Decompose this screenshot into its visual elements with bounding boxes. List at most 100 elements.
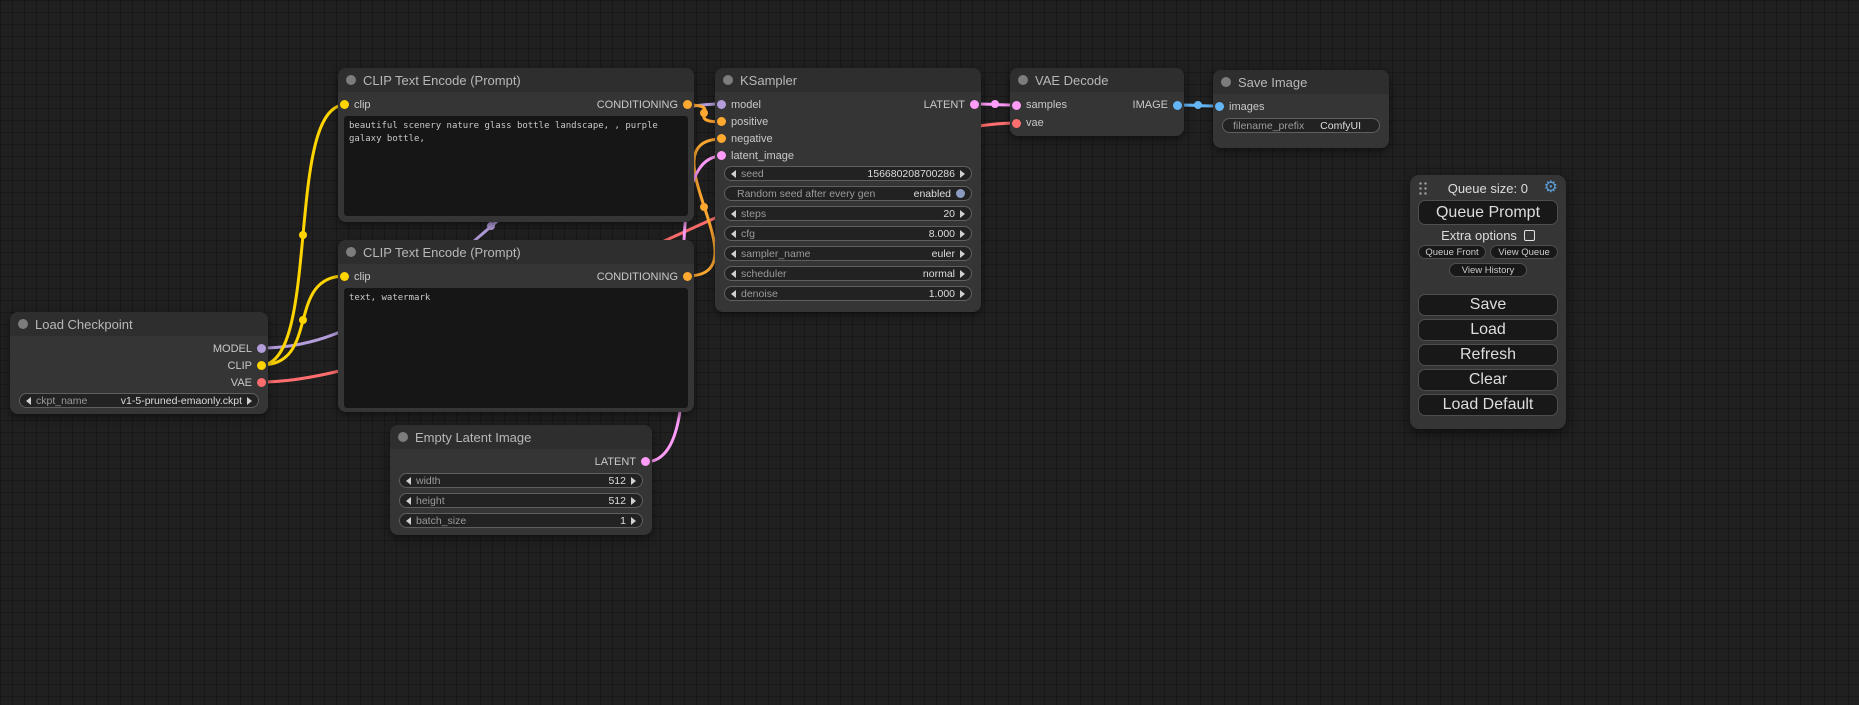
collapse-dot-icon[interactable] <box>18 319 28 329</box>
port-output-conditioning[interactable]: CONDITIONING <box>597 99 692 111</box>
extra-options-checkbox[interactable] <box>1524 230 1535 241</box>
load-button[interactable]: Load <box>1418 319 1558 341</box>
node-save-image: Save Image images filename_prefix ComfyU… <box>1213 70 1389 148</box>
clear-button[interactable]: Clear <box>1418 369 1558 391</box>
prompt-textarea[interactable]: beautiful scenery nature glass bottle la… <box>344 116 688 216</box>
node-title-bar[interactable]: VAE Decode <box>1010 68 1184 92</box>
node-title-bar[interactable]: Save Image <box>1213 70 1389 94</box>
latent-port-icon[interactable] <box>641 457 650 466</box>
port-input-latent-image[interactable]: latent_image <box>717 150 794 162</box>
node-title-bar[interactable]: CLIP Text Encode (Prompt) <box>338 240 694 264</box>
collapse-dot-icon[interactable] <box>1221 77 1231 87</box>
load-default-button[interactable]: Load Default <box>1418 394 1558 416</box>
port-input-clip[interactable]: clip <box>340 99 371 111</box>
clip-port-icon[interactable] <box>257 361 266 370</box>
next-value-arrow-icon[interactable] <box>960 250 965 258</box>
node-title-bar[interactable]: KSampler <box>715 68 981 92</box>
port-output-latent[interactable]: LATENT <box>924 99 979 111</box>
node-title: KSampler <box>740 73 797 88</box>
decrement-arrow-icon[interactable] <box>731 210 736 218</box>
collapse-dot-icon[interactable] <box>346 247 356 257</box>
next-value-arrow-icon[interactable] <box>247 397 252 405</box>
port-output-vae[interactable]: VAE <box>231 377 266 389</box>
latent-port-icon[interactable] <box>1012 101 1021 110</box>
queue-front-button[interactable]: Queue Front <box>1418 245 1486 259</box>
widget-filename-prefix[interactable]: filename_prefix ComfyUI <box>1222 118 1380 133</box>
port-output-model[interactable]: MODEL <box>213 343 266 355</box>
increment-arrow-icon[interactable] <box>960 170 965 178</box>
decrement-arrow-icon[interactable] <box>406 477 411 485</box>
decrement-arrow-icon[interactable] <box>731 170 736 178</box>
next-value-arrow-icon[interactable] <box>960 270 965 278</box>
widget-scheduler[interactable]: scheduler normal <box>724 266 972 281</box>
increment-arrow-icon[interactable] <box>960 230 965 238</box>
prompt-textarea[interactable]: text, watermark <box>344 288 688 408</box>
widget-denoise[interactable]: denoise 1.000 <box>724 286 972 301</box>
port-input-clip[interactable]: clip <box>340 271 371 283</box>
node-title-bar[interactable]: Empty Latent Image <box>390 425 652 449</box>
conditioning-port-icon[interactable] <box>683 100 692 109</box>
vae-port-icon[interactable] <box>1012 119 1021 128</box>
port-output-latent[interactable]: LATENT <box>595 456 650 468</box>
widget-sampler-name[interactable]: sampler_name euler <box>724 246 972 261</box>
conditioning-port-icon[interactable] <box>717 134 726 143</box>
drag-handle-icon[interactable] <box>1418 181 1428 196</box>
decrement-arrow-icon[interactable] <box>406 517 411 525</box>
widget-steps[interactable]: steps 20 <box>724 206 972 221</box>
widget-cfg[interactable]: cfg 8.000 <box>724 226 972 241</box>
widget-width[interactable]: width 512 <box>399 473 643 488</box>
clip-port-icon[interactable] <box>340 100 349 109</box>
collapse-dot-icon[interactable] <box>346 75 356 85</box>
increment-arrow-icon[interactable] <box>960 210 965 218</box>
port-input-images[interactable]: images <box>1215 101 1264 113</box>
refresh-button[interactable]: Refresh <box>1418 344 1558 366</box>
increment-arrow-icon[interactable] <box>631 497 636 505</box>
increment-arrow-icon[interactable] <box>960 290 965 298</box>
widget-seed[interactable]: seed 156680208700286 <box>724 166 972 181</box>
node-title-bar[interactable]: CLIP Text Encode (Prompt) <box>338 68 694 92</box>
conditioning-port-icon[interactable] <box>683 272 692 281</box>
latent-port-icon[interactable] <box>717 151 726 160</box>
save-button[interactable]: Save <box>1418 294 1558 316</box>
collapse-dot-icon[interactable] <box>1018 75 1028 85</box>
prev-value-arrow-icon[interactable] <box>731 250 736 258</box>
node-title: CLIP Text Encode (Prompt) <box>363 73 521 88</box>
model-port-icon[interactable] <box>257 344 266 353</box>
port-input-samples[interactable]: samples <box>1012 99 1067 111</box>
node-title-bar[interactable]: Load Checkpoint <box>10 312 268 336</box>
widget-random-seed-toggle[interactable]: Random seed after every gen enabled <box>724 186 972 201</box>
widget-ckpt-name[interactable]: ckpt_name v1-5-pruned-emaonly.ckpt <box>19 393 259 408</box>
increment-arrow-icon[interactable] <box>631 517 636 525</box>
settings-gear-icon[interactable]: ⚙ <box>1544 180 1558 196</box>
view-queue-button[interactable]: View Queue <box>1490 245 1558 259</box>
widget-height[interactable]: height 512 <box>399 493 643 508</box>
queue-prompt-button[interactable]: Queue Prompt <box>1418 200 1558 225</box>
image-port-icon[interactable] <box>1173 101 1182 110</box>
clip-port-icon[interactable] <box>340 272 349 281</box>
decrement-arrow-icon[interactable] <box>731 290 736 298</box>
graph-canvas[interactable]: Load Checkpoint MODEL CLIP VAE <box>0 0 1859 705</box>
port-input-model[interactable]: model <box>717 99 761 111</box>
port-input-negative[interactable]: negative <box>717 133 773 145</box>
toggle-indicator-icon[interactable] <box>956 189 965 198</box>
decrement-arrow-icon[interactable] <box>406 497 411 505</box>
port-output-image[interactable]: IMAGE <box>1133 99 1182 111</box>
port-input-positive[interactable]: positive <box>717 116 768 128</box>
collapse-dot-icon[interactable] <box>723 75 733 85</box>
collapse-dot-icon[interactable] <box>398 432 408 442</box>
conditioning-port-icon[interactable] <box>717 117 726 126</box>
decrement-arrow-icon[interactable] <box>731 230 736 238</box>
latent-port-icon[interactable] <box>970 100 979 109</box>
vae-port-icon[interactable] <box>257 378 266 387</box>
prev-value-arrow-icon[interactable] <box>731 270 736 278</box>
queue-size-label: Queue size: 0 <box>1432 181 1544 196</box>
view-history-button[interactable]: View History <box>1449 263 1527 277</box>
widget-batch-size[interactable]: batch_size 1 <box>399 513 643 528</box>
port-output-conditioning[interactable]: CONDITIONING <box>597 271 692 283</box>
increment-arrow-icon[interactable] <box>631 477 636 485</box>
model-port-icon[interactable] <box>717 100 726 109</box>
prev-value-arrow-icon[interactable] <box>26 397 31 405</box>
image-port-icon[interactable] <box>1215 102 1224 111</box>
port-input-vae[interactable]: vae <box>1012 117 1044 129</box>
port-output-clip[interactable]: CLIP <box>228 360 266 372</box>
